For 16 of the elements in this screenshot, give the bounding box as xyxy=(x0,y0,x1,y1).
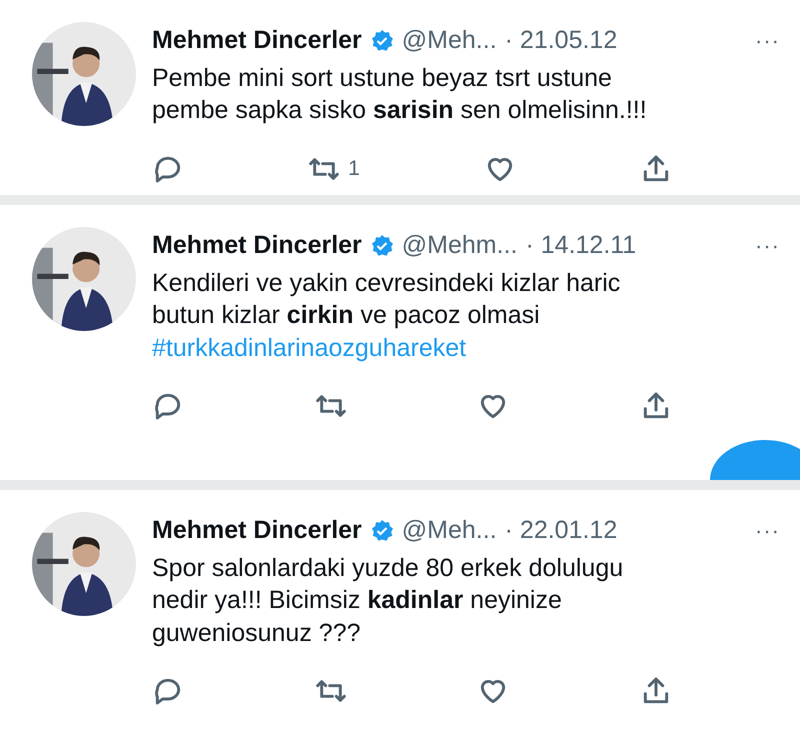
tweet-date: · 14.12.11 xyxy=(525,230,636,261)
tweet-text: Pembe mini sort ustune beyaz tsrt ustune pembe sapka sisko sarisin sen olmelisinn.!!! xyxy=(152,62,648,126)
user-name[interactable]: Mehmet Dincerler xyxy=(152,22,362,60)
more-menu[interactable]: ··· xyxy=(755,514,780,548)
tweet-date: · 21.05.12 xyxy=(504,25,618,56)
user-name[interactable]: Mehmet Dincerler xyxy=(152,512,362,550)
user-name[interactable]: Mehmet Dincerler xyxy=(152,227,362,264)
user-handle[interactable]: @Meh... xyxy=(402,512,497,550)
tweet-date: · 22.01.12 xyxy=(504,515,618,546)
more-menu[interactable]: ··· xyxy=(755,229,780,262)
user-handle[interactable]: @Meh... xyxy=(402,22,497,60)
retweet-count: 1 xyxy=(348,156,360,182)
tweet-text: Kendileri ve yakin cevresindeki kizlar haric butun kizlar cirkin ve pacoz olmasi xyxy=(152,268,622,331)
user-handle[interactable]: @Mehm... xyxy=(402,227,518,264)
more-menu[interactable]: ··· xyxy=(755,24,780,58)
tweet-text: Spor salonlardaki yuzde 80 erkek dolulugu nedir ya!!! Bicimsiz kadinlar neyinize guweniosunuz ??? xyxy=(152,552,624,648)
